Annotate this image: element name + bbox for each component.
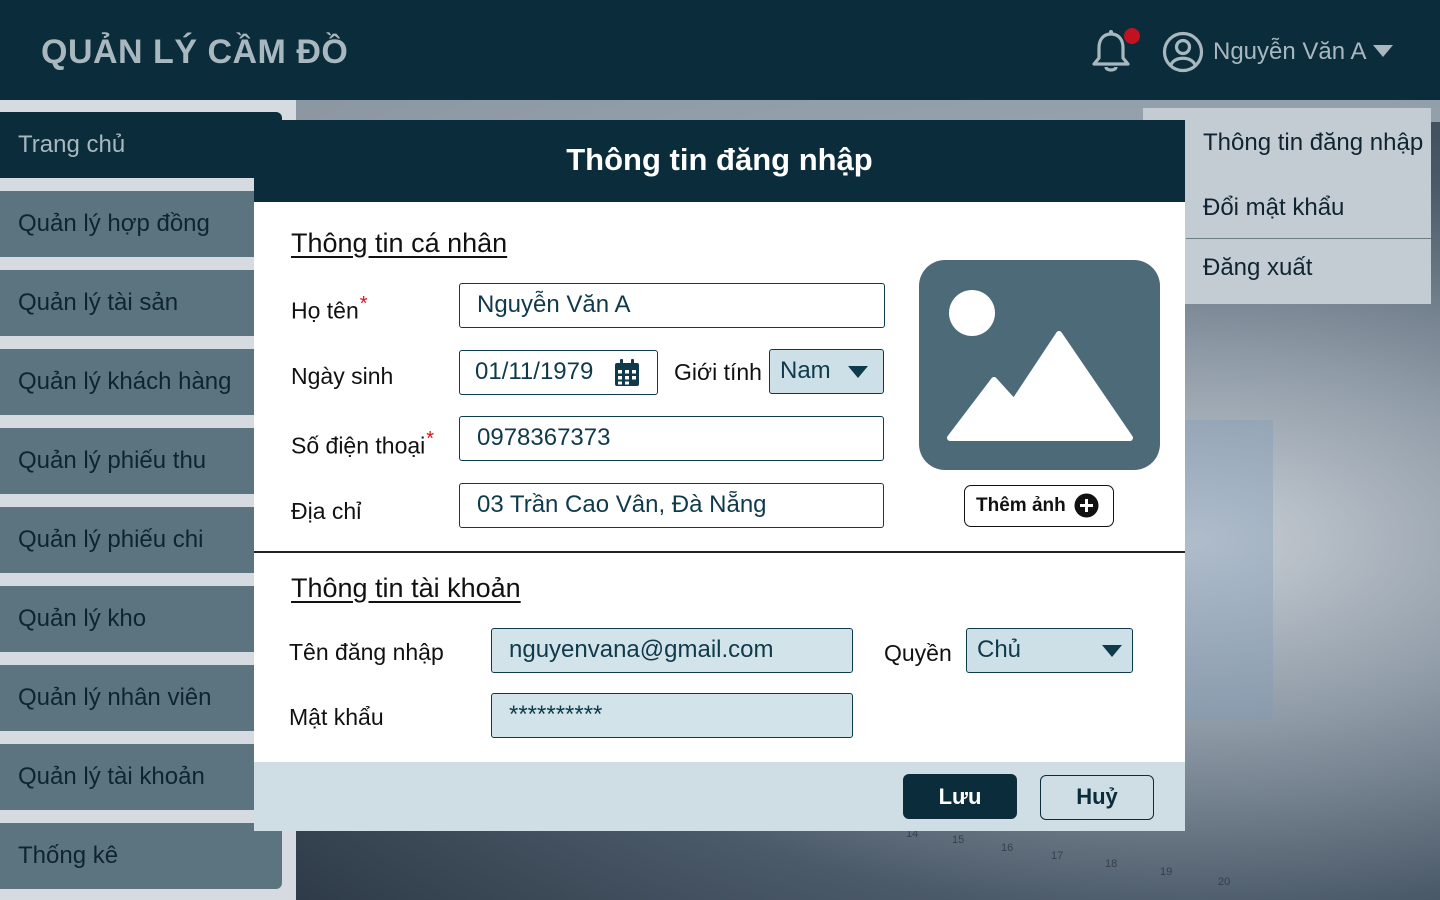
modal-header: Thông tin đăng nhập bbox=[254, 120, 1185, 202]
account-info-heading: Thông tin tài khoản bbox=[291, 573, 521, 603]
gender-value: Nam bbox=[780, 357, 831, 384]
sidebar-item-contracts[interactable]: Quản lý hợp đồng bbox=[0, 191, 282, 257]
sidebar-item-warehouse[interactable]: Quản lý kho bbox=[0, 586, 282, 652]
cancel-button[interactable]: Huỷ bbox=[1040, 775, 1154, 820]
gender-select[interactable]: Nam bbox=[769, 349, 884, 394]
sidebar-item-employees[interactable]: Quản lý nhân viên bbox=[0, 665, 282, 731]
sidebar-item-customers[interactable]: Quản lý khách hàng bbox=[0, 349, 282, 415]
address-label: Địa chỉ bbox=[291, 498, 362, 524]
chevron-down-icon bbox=[1102, 645, 1122, 657]
role-label: Quyền bbox=[884, 640, 952, 666]
role-select[interactable]: Chủ bbox=[966, 628, 1133, 673]
name-label: Họ tên* bbox=[291, 293, 368, 324]
address-field[interactable]: 03 Trần Cao Vân, Đà Nẵng bbox=[459, 483, 884, 528]
image-placeholder-icon bbox=[947, 290, 1133, 441]
sidebar-item-home[interactable]: Trang chủ bbox=[0, 112, 282, 178]
chevron-down-icon bbox=[848, 366, 868, 378]
top-bar: QUẢN LÝ CẦM ĐỒ Nguyễn Văn A bbox=[0, 0, 1440, 100]
phone-field[interactable]: 0978367373 bbox=[459, 416, 884, 461]
modal-title: Thông tin đăng nhập bbox=[566, 142, 873, 177]
user-name[interactable]: Nguyễn Văn A bbox=[1213, 38, 1366, 66]
plus-circle-icon bbox=[1074, 493, 1099, 518]
required-mark: * bbox=[359, 293, 368, 315]
dob-value: 01/11/1979 bbox=[475, 358, 594, 385]
background-chart-bar bbox=[1185, 420, 1273, 720]
sidebar-item-assets[interactable]: Quản lý tài sản bbox=[0, 270, 282, 336]
save-button[interactable]: Lưu bbox=[903, 774, 1017, 819]
background-number: 17 bbox=[1051, 850, 1064, 862]
menu-item-logout[interactable]: Đăng xuất bbox=[1203, 254, 1312, 282]
dob-label: Ngày sinh bbox=[291, 363, 394, 389]
name-field[interactable]: Nguyễn Văn A bbox=[459, 283, 885, 328]
app-title: QUẢN LÝ CẦM ĐỒ bbox=[41, 33, 349, 71]
password-label: Mật khẩu bbox=[289, 704, 384, 730]
role-value: Chủ bbox=[977, 636, 1022, 663]
phone-label: Số điện thoại* bbox=[291, 428, 435, 459]
background-number: 16 bbox=[1001, 842, 1014, 854]
personal-info-heading: Thông tin cá nhân bbox=[291, 228, 508, 258]
background-number: 20 bbox=[1218, 876, 1231, 888]
calendar-icon[interactable] bbox=[614, 359, 640, 387]
user-avatar-icon[interactable] bbox=[1162, 31, 1204, 73]
background-number: 18 bbox=[1105, 858, 1118, 870]
username-field[interactable]: nguyenvana@gmail.com bbox=[491, 628, 853, 673]
menu-divider bbox=[1186, 238, 1431, 239]
avatar-image-placeholder bbox=[919, 260, 1160, 470]
sidebar-item-payments[interactable]: Quản lý phiếu chi bbox=[0, 507, 282, 573]
gender-label: Giới tính bbox=[674, 359, 762, 385]
background-number: 15 bbox=[952, 834, 965, 846]
password-field[interactable]: ********** bbox=[491, 693, 853, 738]
menu-item-change-password[interactable]: Đổi mật khẩu bbox=[1203, 194, 1344, 222]
required-mark: * bbox=[426, 428, 435, 450]
notification-badge bbox=[1124, 28, 1140, 44]
menu-item-login-info[interactable]: Thông tin đăng nhập bbox=[1203, 129, 1423, 157]
sidebar-item-accounts[interactable]: Quản lý tài khoản bbox=[0, 744, 282, 810]
sidebar-item-statistics[interactable]: Thống kê bbox=[0, 823, 282, 889]
login-info-modal: Thông tin đăng nhập Thông tin cá nhân Họ… bbox=[254, 120, 1185, 831]
add-photo-button[interactable]: Thêm ảnh bbox=[964, 485, 1114, 527]
sidebar-item-receipts[interactable]: Quản lý phiếu thu bbox=[0, 428, 282, 494]
background-number: 19 bbox=[1160, 866, 1173, 878]
add-photo-label: Thêm ảnh bbox=[976, 495, 1066, 516]
modal-footer: Lưu Huỷ bbox=[254, 762, 1185, 831]
chevron-down-icon[interactable] bbox=[1372, 44, 1394, 58]
username-label: Tên đăng nhập bbox=[289, 639, 444, 665]
dob-field[interactable]: 01/11/1979 bbox=[459, 350, 658, 395]
section-divider bbox=[254, 551, 1185, 553]
